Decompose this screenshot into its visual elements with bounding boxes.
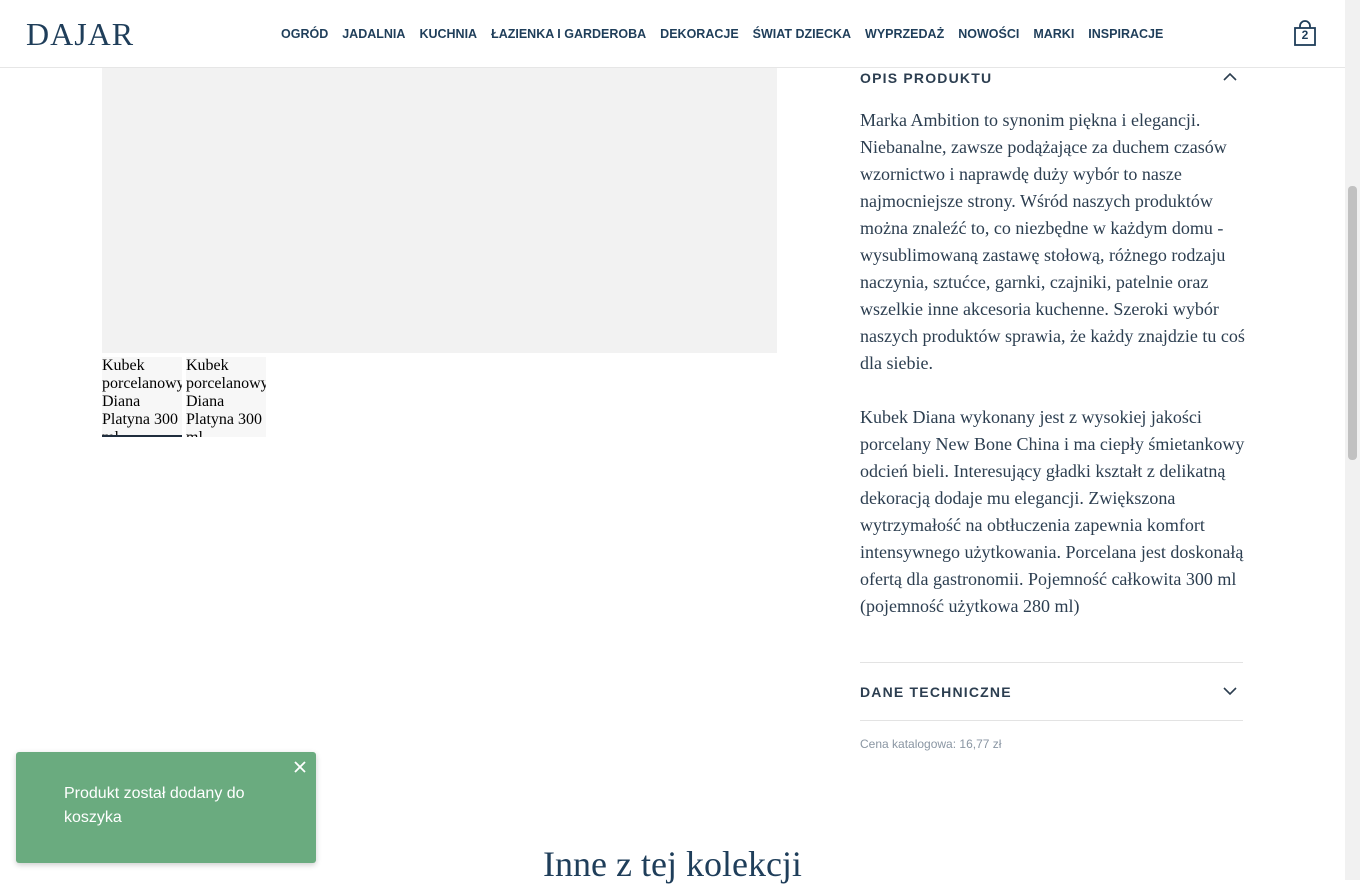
nav-item-nowosci[interactable]: NOWOŚCI — [951, 26, 1026, 43]
product-description: Marka Ambition to synonim piękna i elega… — [860, 107, 1250, 647]
page-scrollbar[interactable] — [1345, 0, 1360, 880]
toast-message: Produkt został dodany do koszyka — [64, 785, 245, 826]
nav-item-swiat-dziecka[interactable]: ŚWIAT DZIECKA — [746, 26, 858, 43]
dajar-logo[interactable]: DAJAR — [26, 14, 134, 54]
description-paragraph: Kubek Diana wykonany jest z wysokiej jak… — [860, 407, 1245, 616]
section-title: DANE TECHNICZNE — [860, 684, 1012, 700]
section-title: OPIS PRODUKTU — [860, 70, 993, 86]
thumbnail-1[interactable]: Kubek porcelanowy Diana Platyna 300 ml — [102, 357, 182, 437]
divider — [860, 662, 1243, 663]
site-header: DAJAR OGRÓD JADALNIA KUCHNIA ŁAZIENKA I … — [0, 0, 1345, 68]
chevron-down-icon — [1223, 687, 1237, 696]
scrollbar-thumb[interactable] — [1348, 186, 1357, 460]
added-to-cart-toast: Produkt został dodany do koszyka — [16, 752, 316, 863]
chevron-up-icon — [1223, 72, 1237, 81]
dane-techniczne-toggle[interactable]: DANE TECHNICZNE — [860, 682, 1243, 706]
nav-item-inspiracje[interactable]: INSPIRACJE — [1081, 26, 1170, 43]
thumbnail-2[interactable]: Kubek porcelanowy Diana Platyna 300 ml — [186, 357, 266, 437]
thumbnail-alt-text: Kubek porcelanowy Diana Platyna 300 ml — [186, 357, 266, 437]
opis-produktu-toggle[interactable]: OPIS PRODUKTU — [860, 68, 1243, 92]
cart-button[interactable]: 2 — [1292, 20, 1318, 48]
thumbnail-alt-text: Kubek porcelanowy Diana Platyna 300 ml — [102, 357, 182, 435]
description-paragraph: Marka Ambition to synonim piękna i elega… — [860, 110, 1245, 373]
nav-item-dekoracje[interactable]: DEKORACJE — [653, 26, 746, 43]
main-nav: OGRÓD JADALNIA KUCHNIA ŁAZIENKA I GARDER… — [274, 26, 1170, 43]
nav-item-jadalnia[interactable]: JADALNIA — [335, 26, 412, 43]
nav-item-lazienka[interactable]: ŁAZIENKA I GARDEROBA — [484, 26, 653, 43]
divider — [860, 720, 1243, 721]
nav-item-ogrod[interactable]: OGRÓD — [274, 26, 335, 43]
close-icon[interactable] — [293, 760, 307, 774]
nav-item-marki[interactable]: MARKI — [1026, 26, 1081, 43]
nav-item-kuchnia[interactable]: KUCHNIA — [412, 26, 484, 43]
cart-count: 2 — [1301, 28, 1309, 42]
catalog-price: Cena katalogowa: 16,77 zł — [860, 737, 1002, 751]
main-product-image[interactable] — [102, 67, 777, 353]
nav-item-wyprzedaz[interactable]: WYPRZEDAŻ — [858, 26, 951, 43]
